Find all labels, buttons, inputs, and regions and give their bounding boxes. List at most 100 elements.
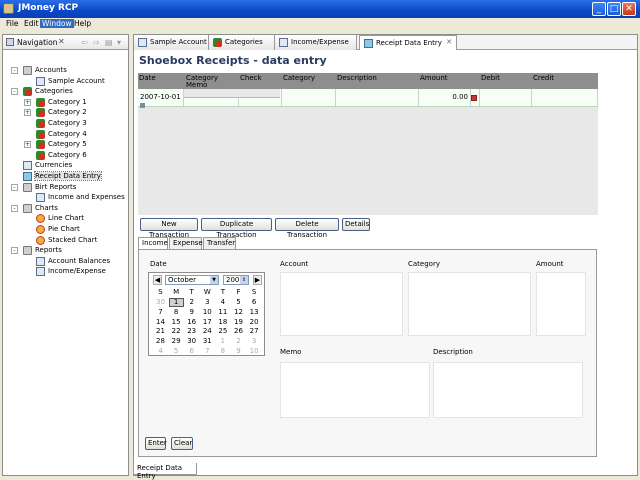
table-row[interactable]: 2007-10-01 0.00	[138, 89, 598, 108]
calendar-day[interactable]: 13	[247, 308, 262, 317]
calendar-day[interactable]: 8	[215, 347, 230, 356]
calendar-day[interactable]: 8	[169, 308, 184, 317]
tree-expander-icon[interactable]: -	[11, 204, 18, 212]
col-amount[interactable]: Amount	[420, 74, 448, 82]
calendar-day[interactable]: 10	[200, 308, 215, 317]
navigation-tab[interactable]: Navigation ✕ ⇦ ⇨ ▤ ▾	[3, 35, 128, 50]
calendar-day[interactable]: 17	[200, 318, 215, 327]
view-menu-icon[interactable]: ▾	[117, 38, 121, 47]
tab-income-expense[interactable]: Income/Expense	[275, 35, 357, 50]
menu-file[interactable]: File	[4, 19, 21, 28]
calendar-day[interactable]: 7	[153, 308, 168, 317]
menu-window[interactable]: Window	[40, 19, 74, 28]
calendar-icon[interactable]	[140, 102, 145, 108]
back-icon[interactable]: ⇦	[81, 38, 88, 47]
cell-debit[interactable]	[480, 89, 532, 107]
calendar-day[interactable]: 2	[184, 298, 199, 307]
menu-edit[interactable]: Edit	[22, 19, 41, 28]
calendar-day[interactable]: 7	[200, 347, 215, 356]
delete-transaction-button[interactable]: Delete Transaction	[275, 218, 339, 239]
col-debit[interactable]: Debit	[481, 74, 500, 82]
col-credit[interactable]: Credit	[533, 74, 554, 82]
calendar-day[interactable]: 30	[184, 337, 199, 346]
calendar-day[interactable]: 5	[169, 347, 184, 356]
tab-expense[interactable]: Expense	[169, 237, 203, 249]
clear-button[interactable]: Clear	[171, 437, 193, 450]
calendar-day[interactable]: 31	[200, 337, 215, 346]
calendar-day[interactable]: 29	[169, 337, 184, 346]
tab-receipt-data-entry[interactable]: Receipt Data Entry ✕	[359, 35, 457, 50]
calendar-day[interactable]: 5	[231, 298, 246, 307]
month-select[interactable]: October ▼	[165, 275, 219, 285]
duplicate-transaction-button[interactable]: Duplicate Transaction	[201, 218, 272, 239]
next-month-icon[interactable]: ▶	[253, 275, 262, 285]
calendar-day[interactable]: 15	[169, 318, 184, 327]
delete-row-icon[interactable]	[471, 95, 477, 101]
date-picker[interactable]: ◀ October ▼ 2007 ⇕ ▶ S M T W T F S 30 1 2 3 4 5 6 7 8 9 1…	[148, 272, 265, 356]
cell-delete[interactable]	[471, 89, 480, 107]
calendar-day[interactable]: 3	[200, 298, 215, 307]
calendar-day[interactable]: 4	[215, 298, 230, 307]
tree-expander-icon[interactable]: -	[11, 88, 18, 96]
calendar-day[interactable]: 12	[231, 308, 246, 317]
calendar-day[interactable]: 18	[215, 318, 230, 327]
calendar-day[interactable]: 27	[247, 327, 262, 336]
cell-date[interactable]: 2007-10-01	[138, 89, 184, 108]
calendar-day[interactable]: 3	[247, 337, 262, 346]
maximize-button[interactable]: □	[607, 2, 621, 16]
tab-categories[interactable]: Categories	[209, 35, 275, 50]
new-transaction-button[interactable]: New Transaction	[140, 218, 198, 239]
col-category-2[interactable]: Category	[283, 74, 315, 82]
tree-expander-icon[interactable]: -	[11, 67, 18, 74]
calendar-day[interactable]: 4	[153, 347, 168, 356]
bottom-tab[interactable]: Receipt Data Entry	[133, 463, 197, 480]
calendar-day[interactable]: 25	[215, 327, 230, 336]
tree-expander-icon[interactable]: +	[24, 141, 31, 149]
calendar-day[interactable]: 1	[215, 337, 230, 346]
calendar-day[interactable]: 10	[247, 347, 262, 356]
calendar-day[interactable]: 9	[184, 308, 199, 317]
calendar-day[interactable]: 11	[215, 308, 230, 317]
tree-expander-icon[interactable]: -	[11, 183, 18, 191]
tree-expander-icon[interactable]: -	[11, 247, 18, 255]
cell-category-2[interactable]	[282, 89, 336, 107]
amount-field[interactable]	[536, 272, 586, 336]
calendar-day[interactable]: 9	[231, 347, 246, 356]
calendar-day[interactable]: 26	[231, 327, 246, 336]
calendar-day[interactable]: 19	[231, 318, 246, 327]
menu-help[interactable]: Help	[72, 19, 93, 28]
tab-sample-account[interactable]: Sample Account	[134, 35, 209, 50]
close-view-icon[interactable]: ✕	[58, 37, 65, 46]
tree-expander-icon[interactable]: +	[24, 98, 31, 106]
prev-month-icon[interactable]: ◀	[153, 275, 162, 285]
collapse-icon[interactable]: ▤	[105, 38, 113, 47]
forward-icon[interactable]: ⇨	[93, 38, 100, 47]
close-button[interactable]: ✕	[622, 2, 636, 16]
account-field[interactable]	[280, 272, 403, 336]
calendar-day[interactable]: 20	[247, 318, 262, 327]
calendar-day[interactable]: 16	[184, 318, 199, 327]
calendar-day[interactable]: 6	[184, 347, 199, 356]
category-field[interactable]	[408, 272, 531, 336]
minimize-button[interactable]: _	[592, 2, 606, 16]
cell-amount[interactable]: 0.00	[419, 89, 471, 107]
calendar-day[interactable]: 1	[168, 298, 184, 307]
col-date[interactable]: Date	[139, 74, 156, 82]
year-spinner[interactable]: 2007 ⇕	[223, 275, 249, 285]
calendar-day[interactable]: 30	[153, 298, 168, 307]
enter-button[interactable]: Enter	[145, 437, 167, 450]
memo-field[interactable]	[280, 362, 430, 418]
col-description[interactable]: Description	[337, 74, 377, 82]
details-button[interactable]: Details	[342, 218, 370, 231]
col-check[interactable]: Check	[240, 74, 262, 82]
close-tab-icon[interactable]: ✕	[446, 38, 452, 46]
calendar-day[interactable]: 22	[169, 327, 184, 336]
calendar-day[interactable]: 28	[153, 337, 168, 346]
calendar-day[interactable]: 21	[153, 327, 168, 336]
tree-expander-icon[interactable]: +	[24, 109, 31, 117]
calendar-day[interactable]: 2	[231, 337, 246, 346]
cell-credit[interactable]	[532, 89, 598, 107]
calendar-day[interactable]: 23	[184, 327, 199, 336]
calendar-day[interactable]: 24	[200, 327, 215, 336]
calendar-day[interactable]: 14	[153, 318, 168, 327]
